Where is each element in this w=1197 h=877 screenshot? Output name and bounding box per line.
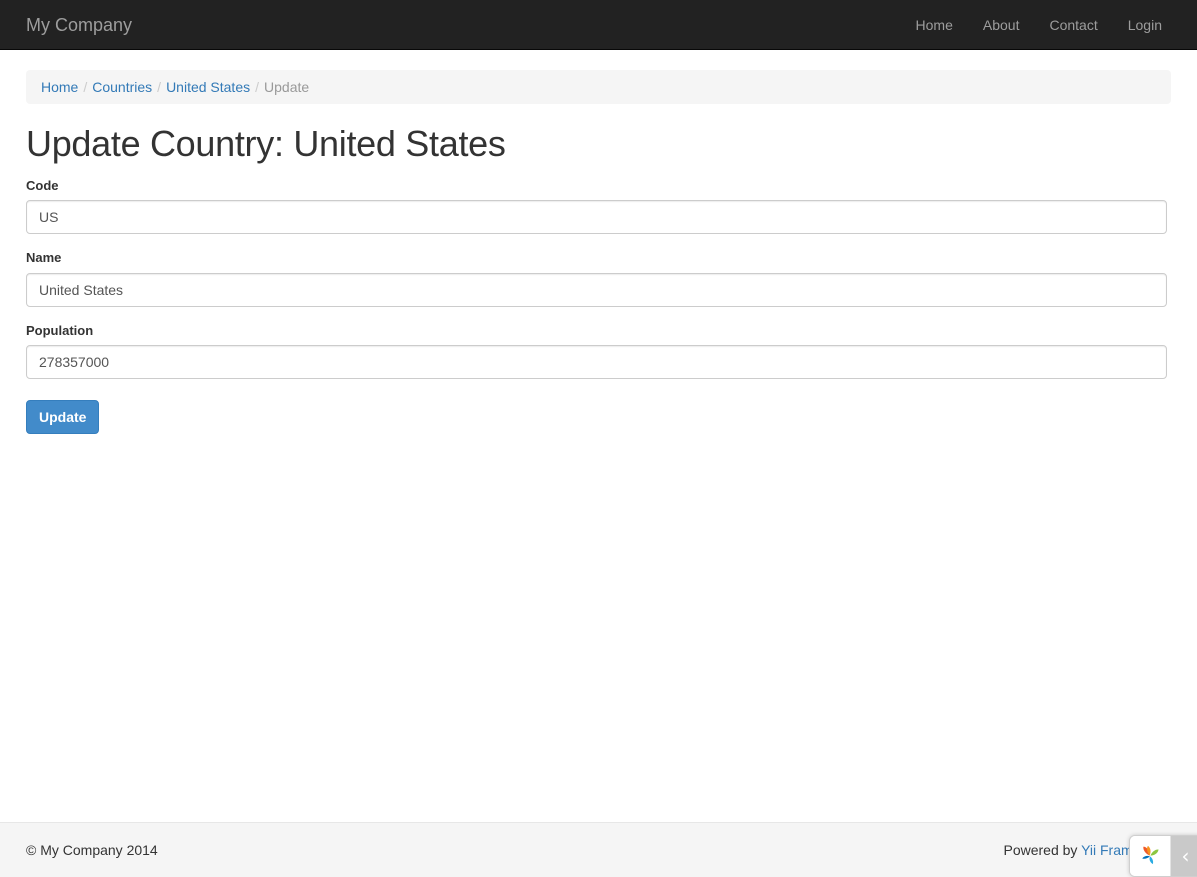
nav-item-home[interactable]: Home bbox=[901, 0, 968, 50]
navbar-brand[interactable]: My Company bbox=[0, 15, 132, 35]
breadcrumb-item-update: Update bbox=[264, 77, 309, 97]
nav-item-contact[interactable]: Contact bbox=[1034, 0, 1112, 50]
breadcrumb-link-united-states[interactable]: United States bbox=[166, 79, 250, 95]
breadcrumb-separator: / bbox=[152, 77, 166, 97]
powered-by-text: Powered by bbox=[1003, 842, 1081, 858]
footer-inner: © My Company 2014 Powered by Yii Framewo… bbox=[0, 823, 1197, 877]
nav-link-about[interactable]: About bbox=[968, 0, 1035, 50]
country-update-form: Code Name Population Update bbox=[26, 177, 1171, 435]
breadcrumb-item-united-states[interactable]: United States bbox=[166, 77, 250, 97]
label-name: Name bbox=[26, 249, 1171, 268]
input-code[interactable] bbox=[26, 200, 1167, 234]
yii-logo-svg bbox=[1137, 843, 1163, 869]
footer-copyright: © My Company 2014 bbox=[26, 840, 158, 860]
nav-link-contact[interactable]: Contact bbox=[1034, 0, 1112, 50]
top-navbar: My Company Home About Contact Login bbox=[0, 0, 1197, 50]
breadcrumb-current: Update bbox=[264, 79, 309, 95]
label-population: Population bbox=[26, 322, 1171, 341]
page-title: Update Country: United States bbox=[26, 124, 1171, 164]
nav-item-about[interactable]: About bbox=[968, 0, 1035, 50]
form-group-code: Code bbox=[26, 177, 1171, 235]
update-button[interactable]: Update bbox=[26, 400, 99, 434]
chevron-left-icon: ‹ bbox=[1182, 846, 1190, 866]
page-footer: © My Company 2014 Powered by Yii Framewo… bbox=[0, 822, 1197, 877]
breadcrumb-link-countries[interactable]: Countries bbox=[92, 79, 152, 95]
page-root: My Company Home About Contact Login Home… bbox=[0, 0, 1197, 877]
nav-link-login[interactable]: Login bbox=[1113, 0, 1177, 50]
form-group-population: Population bbox=[26, 322, 1171, 380]
breadcrumb-item-countries[interactable]: Countries bbox=[92, 77, 152, 97]
content-container: Home / Countries / United States / Updat… bbox=[0, 50, 1197, 434]
label-code: Code bbox=[26, 177, 1171, 196]
breadcrumb-item-home[interactable]: Home bbox=[41, 77, 78, 97]
form-group-name: Name bbox=[26, 249, 1171, 307]
breadcrumb-separator: / bbox=[250, 77, 264, 97]
yii-debug-toolbar[interactable]: ‹ bbox=[1129, 835, 1197, 877]
debug-toolbar-toggle-button[interactable]: ‹ bbox=[1170, 836, 1197, 876]
input-population[interactable] bbox=[26, 345, 1167, 379]
breadcrumb: Home / Countries / United States / Updat… bbox=[26, 70, 1171, 104]
navbar-nav: Home About Contact Login bbox=[861, 0, 1197, 50]
input-name[interactable] bbox=[26, 273, 1167, 307]
breadcrumb-separator: / bbox=[78, 77, 92, 97]
yii-logo-icon bbox=[1130, 836, 1170, 876]
breadcrumb-link-home[interactable]: Home bbox=[41, 79, 78, 95]
nav-item-login[interactable]: Login bbox=[1113, 0, 1177, 50]
nav-link-home[interactable]: Home bbox=[901, 0, 968, 50]
